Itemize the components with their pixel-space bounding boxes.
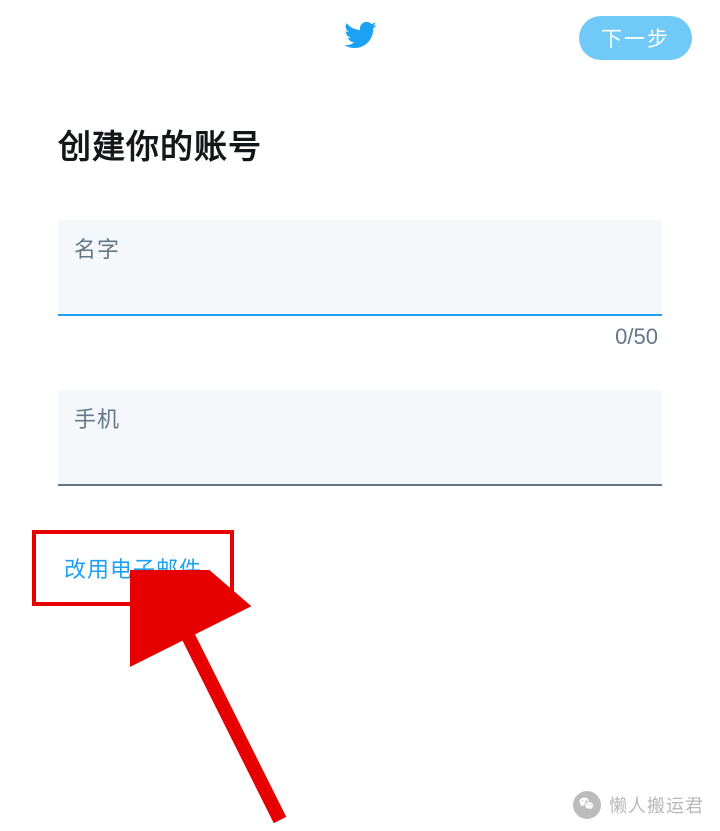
phone-input-container[interactable]: 手机 — [58, 390, 662, 486]
page-title: 创建你的账号 — [58, 120, 662, 168]
twitter-logo-icon — [343, 18, 377, 57]
phone-label: 手机 — [74, 402, 646, 434]
watermark-text: 懒人搬运君 — [609, 792, 704, 818]
name-input-container[interactable]: 名字 — [58, 220, 662, 316]
next-button[interactable]: 下一步 — [579, 16, 692, 60]
name-label: 名字 — [74, 232, 646, 264]
watermark: 懒人搬运君 — [573, 791, 704, 819]
name-counter: 0/50 — [58, 324, 662, 350]
annotation-arrow-icon — [130, 570, 350, 830]
use-email-link[interactable]: 改用电子邮件 — [32, 530, 234, 606]
name-input[interactable] — [74, 270, 646, 296]
phone-input[interactable] — [74, 440, 646, 466]
wechat-icon — [573, 791, 601, 819]
